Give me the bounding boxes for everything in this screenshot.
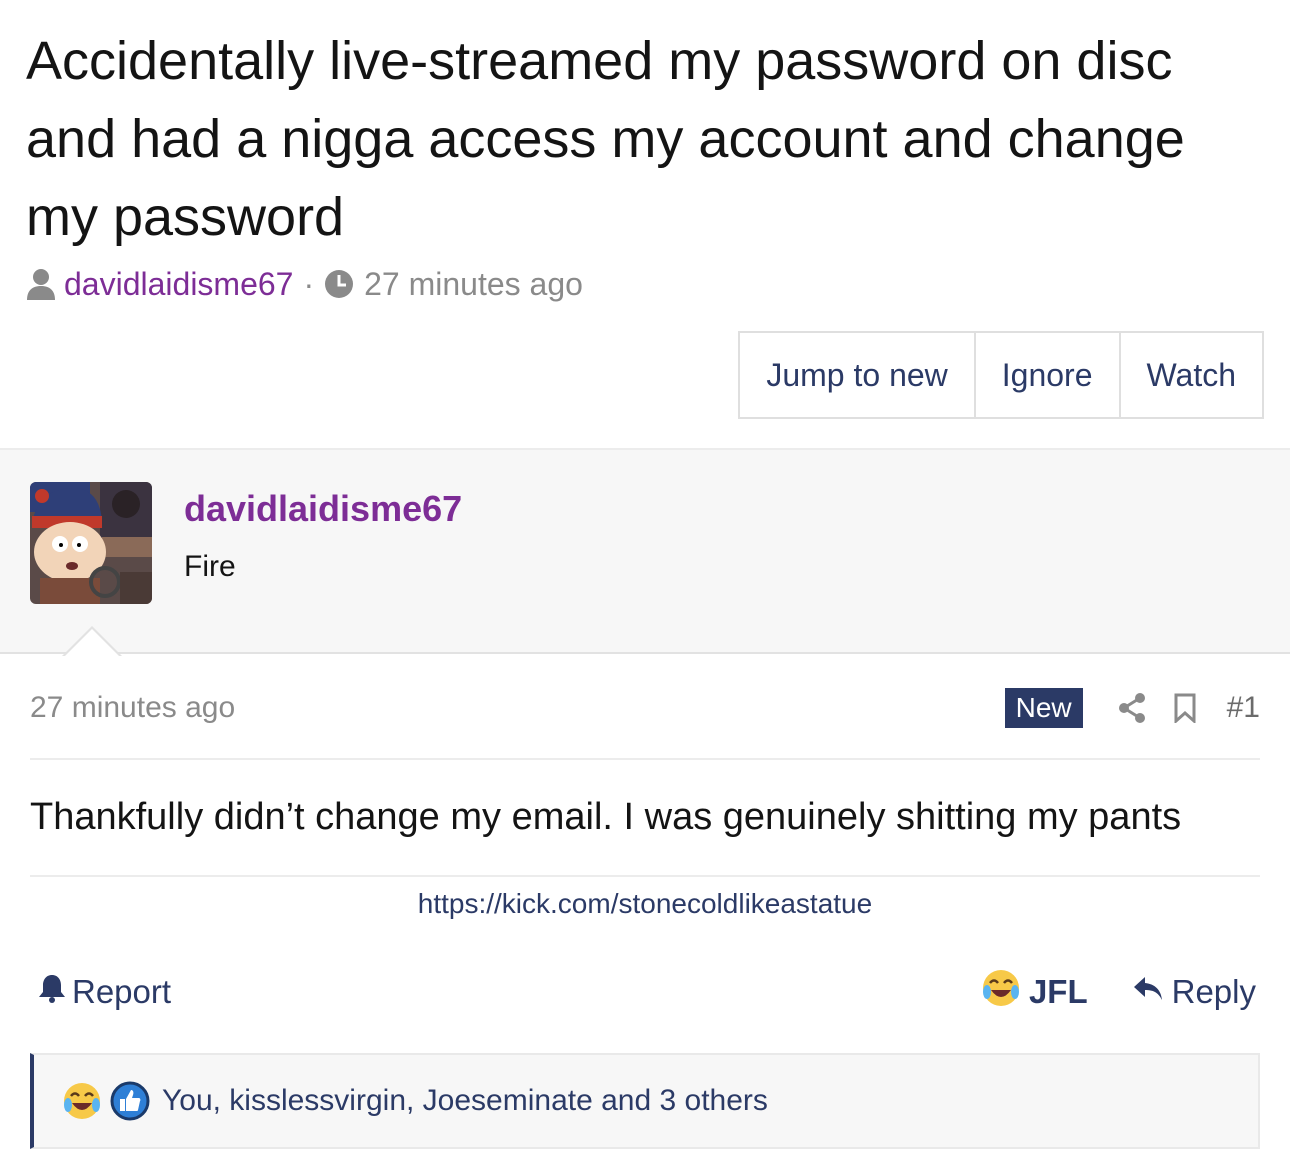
post-body: Thankfully didn’t change my email. I was… [30,796,1182,838]
thread-meta: davidlaidisme67 · 27 minutes ago [26,262,583,306]
post-number-link[interactable]: #1 [1227,691,1260,725]
watch-button[interactable]: Watch [1118,333,1263,417]
jfl-reaction-button[interactable]: JFL [981,968,1088,1016]
bell-icon [38,973,72,1011]
clock-icon [324,269,354,299]
message-pointer-fill [64,629,120,657]
signature-link[interactable]: https://kick.com/stonecoldlikeastatue [0,888,1290,920]
report-button[interactable]: Report [38,973,981,1011]
jfl-label: JFL [1028,973,1088,1010]
divider [30,758,1260,760]
new-badge: New [1004,688,1083,728]
reactions-summary: You, kisslessvirgin, Joeseminate and 3 o… [162,1084,768,1117]
thread-action-buttons: Jump to new Ignore Watch [738,331,1264,419]
signature-divider [30,875,1260,877]
jump-to-new-button[interactable]: Jump to new [740,333,973,417]
bookmark-icon[interactable] [1173,693,1197,723]
post-username[interactable]: davidlaidisme67 [184,488,462,530]
laughing-crying-emoji-icon [62,1081,102,1121]
ignore-button[interactable]: Ignore [973,333,1119,417]
reply-arrow-icon [1132,973,1172,1011]
report-label: Report [72,973,172,1010]
meta-separator: · [303,265,315,302]
thread-title: Accidentally live-streamed my password o… [26,31,1185,247]
post-user-title: Fire [184,550,236,583]
post-user-block: davidlaidisme67 Fire [0,448,1290,654]
thread-time: 27 minutes ago [364,265,583,302]
share-icon[interactable] [1117,692,1147,724]
avatar[interactable] [30,482,152,604]
post-header: 27 minutes ago New #1 [30,686,1260,730]
reactions-bar[interactable]: You, kisslessvirgin, Joeseminate and 3 o… [30,1053,1260,1149]
post-time[interactable]: 27 minutes ago [30,691,1005,725]
thumbs-up-icon [110,1081,150,1121]
user-icon [26,267,56,301]
laughing-crying-emoji-icon [981,968,1021,1016]
reply-button[interactable]: Reply [1132,973,1256,1011]
reply-label: Reply [1171,973,1256,1010]
post-actions: Report JFL Reply [38,968,1256,1016]
thread-author-link[interactable]: davidlaidisme67 [64,266,293,303]
